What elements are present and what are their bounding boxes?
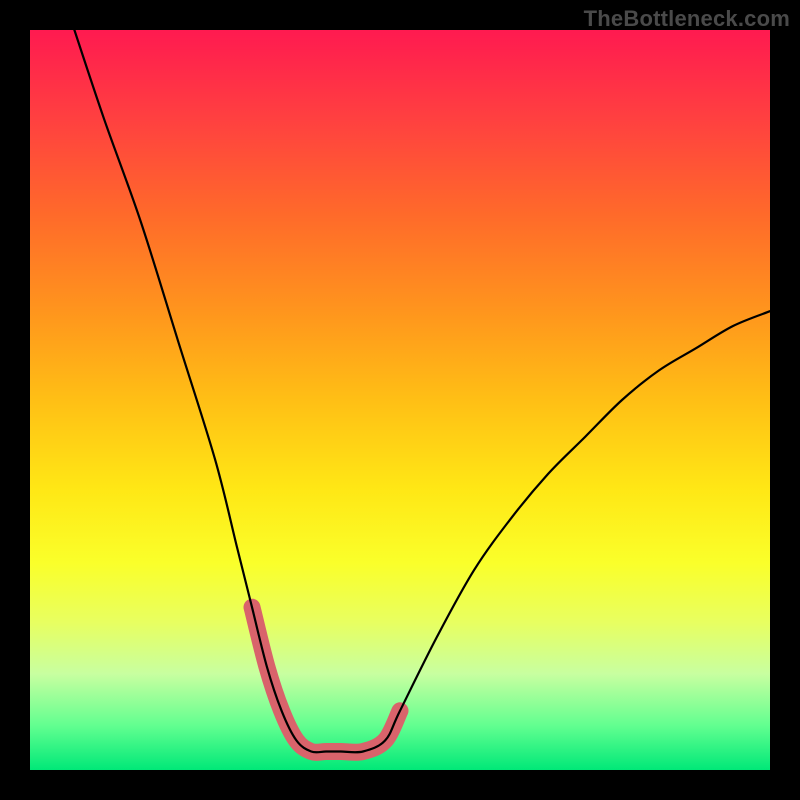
plot-area xyxy=(30,30,770,770)
bottleneck-curve xyxy=(74,30,770,752)
chart-frame: TheBottleneck.com xyxy=(0,0,800,800)
curve-highlight xyxy=(252,607,400,752)
watermark-text: TheBottleneck.com xyxy=(584,6,790,32)
curve-layer xyxy=(30,30,770,770)
